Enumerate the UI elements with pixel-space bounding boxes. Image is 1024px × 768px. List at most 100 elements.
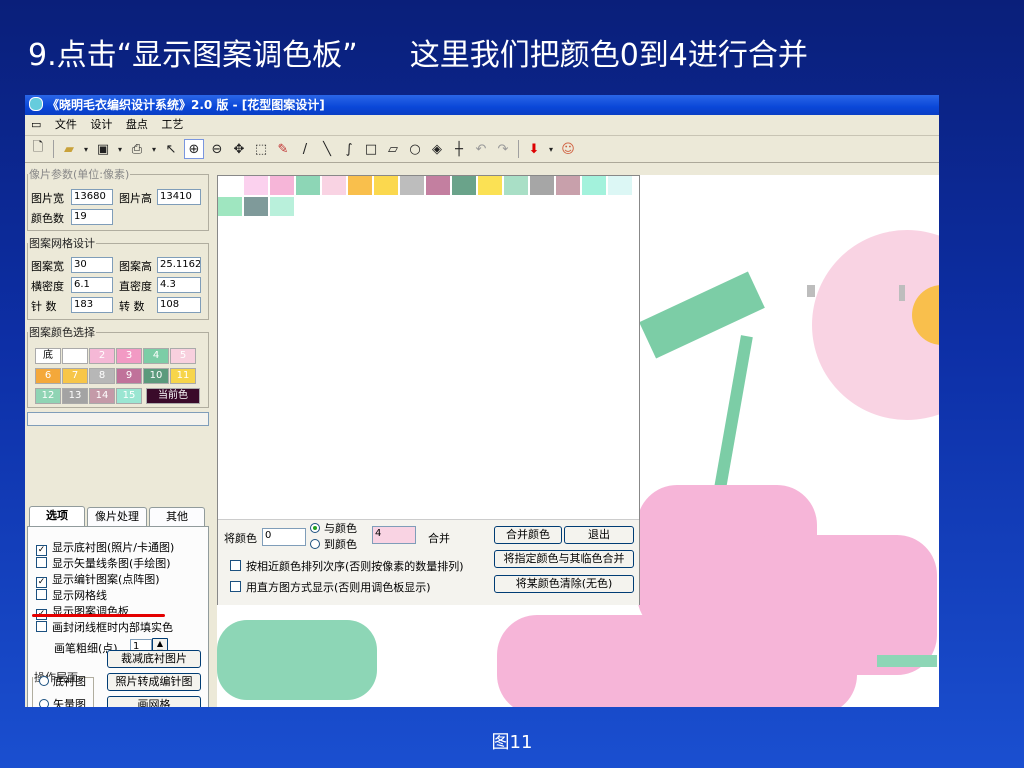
chevron-down-icon[interactable]: ▾ [82,140,90,158]
color-swatch[interactable]: 13 [62,388,88,404]
draw-grid-button[interactable]: 画网格 [107,696,201,707]
chk-show-grid-lines[interactable]: 显示网格线 [36,587,107,603]
palette-color-cell[interactable] [478,176,502,195]
merge-to-field[interactable]: 4 [372,526,416,544]
color-swatch[interactable]: 11 [170,368,196,384]
merge-from-field[interactable]: 0 [262,528,306,546]
zoom-in-icon[interactable]: ⊕ [184,139,204,159]
print-icon[interactable]: ⎙ [128,140,146,158]
polygon-icon[interactable]: ▱ [384,140,402,158]
palette-color-cell[interactable] [244,176,268,195]
color-swatch[interactable]: 12 [35,388,61,404]
curve-icon[interactable]: ∫ [340,140,358,158]
v-density-field[interactable]: 4.3 [157,277,201,293]
redo-icon[interactable]: ↷ [494,140,512,158]
palette-color-cell[interactable] [582,176,606,195]
fill-icon[interactable]: ◈ [428,140,446,158]
color-swatch[interactable]: 7 [62,368,88,384]
base-color-swatch[interactable]: 底 [35,348,61,364]
image-width-field[interactable]: 13680 [71,189,113,205]
palette-color-cell[interactable] [218,197,242,216]
palette-color-cell[interactable] [504,176,528,195]
color-swatch[interactable]: 6 [35,368,61,384]
chk-sort-similar[interactable]: 按相近颜色排列次序(否则按像素的数量排列) [230,558,464,574]
pointer-icon[interactable]: ↖ [162,140,180,158]
palette-color-cell[interactable] [400,176,424,195]
menu-inventory[interactable]: 盘点 [126,118,148,131]
pattern-width-field[interactable]: 30 [71,257,113,273]
palette-color-cell[interactable] [452,176,476,195]
color-swatch[interactable]: 3 [116,348,142,364]
current-color-swatch[interactable]: 当前色 [146,388,200,404]
crop-base-button[interactable]: 裁减底衬图片 [107,650,201,668]
tab-options[interactable]: 选项 [29,506,85,527]
palette-color-cell[interactable] [270,176,294,195]
palette-color-cell[interactable] [270,197,294,216]
person-icon[interactable]: ☺ [559,140,577,158]
chk-show-stitch-pattern[interactable]: ✓ 显示编针图案(点阵图) [36,571,160,588]
color-swatch[interactable]: 15 [116,388,142,404]
radio-with-color[interactable]: 与颜色 [310,520,357,536]
color-swatch[interactable]: 2 [89,348,115,364]
h-density-field[interactable]: 6.1 [71,277,113,293]
window-titlebar[interactable]: 《晓明毛衣编织设计系统》2.0 版 - [花型图案设计] [25,95,939,115]
stitches-field[interactable]: 183 [71,297,113,313]
save-icon[interactable]: ▣ [94,140,112,158]
chk-show-palette[interactable]: ✓显示图案调色板 [36,603,129,620]
undo-icon[interactable]: ↶ [472,140,490,158]
menu-file[interactable]: 文件 [55,118,77,131]
merge-neighbor-button[interactable]: 将指定颜色与其临色合并 [494,550,634,568]
tab-image-processing[interactable]: 像片处理 [87,507,147,526]
color-swatch[interactable]: 10 [143,368,169,384]
radio-to-color[interactable]: 到颜色 [310,536,357,552]
color-swatch[interactable]: 4 [143,348,169,364]
photo-to-stitch-button[interactable]: 照片转成编针图 [107,673,201,691]
color-swatch[interactable]: 9 [116,368,142,384]
palette-color-cell[interactable] [322,176,346,195]
palette-color-cell[interactable] [530,176,554,195]
chevron-down-icon[interactable]: ▾ [547,140,555,158]
crosshair-icon[interactable]: ┼ [450,140,468,158]
chevron-down-icon[interactable]: ▾ [150,140,158,158]
ellipse-icon[interactable]: ○ [406,140,424,158]
palette-color-cell[interactable] [426,176,450,195]
palette-color-cell[interactable] [556,176,580,195]
open-icon[interactable]: ▰ [60,140,78,158]
color-swatch[interactable]: 5 [170,348,196,364]
clear-color-button[interactable]: 将某颜色清除(无色) [494,575,634,593]
palette-color-cell[interactable] [244,197,268,216]
palette-color-cell[interactable] [374,176,398,195]
doc-icon[interactable]: ▭ [31,118,41,131]
color-count-field[interactable]: 19 [71,209,113,225]
palette-color-cell[interactable] [296,176,320,195]
palette-color-cell[interactable] [218,176,242,195]
palette-color-cell[interactable] [608,176,632,195]
image-height-field[interactable]: 13410 [157,189,201,205]
move-icon[interactable]: ✥ [230,140,248,158]
color-swatch[interactable]: 14 [89,388,115,404]
chk-fill-closed-shapes[interactable]: 画封闭线框时内部填实色 [36,619,173,635]
pencil-icon[interactable]: / [296,140,314,158]
chk-show-vector-lines[interactable]: 显示矢量线条图(手绘图) [36,555,171,571]
chevron-down-icon[interactable]: ▾ [116,140,124,158]
radio-vector-layer[interactable]: 矢量图 [39,696,86,707]
chk-histogram[interactable]: 用直方图方式显示(否则用调色板显示) [230,579,431,595]
pattern-height-field[interactable]: 25.1162 [157,257,201,273]
paint-icon[interactable]: ✎ [274,140,292,158]
zoom-out-icon[interactable]: ⊖ [208,140,226,158]
rectangle-icon[interactable]: □ [362,140,380,158]
tab-other[interactable]: 其他 [149,507,205,526]
new-icon[interactable]: 🗋 [29,140,47,158]
merge-colors-button[interactable]: 合并颜色 [494,526,562,544]
radio-base-layer[interactable]: 底衬图 [39,673,86,689]
chk-show-base-image[interactable]: ✓ 显示底衬图(照片/卡通图) [36,539,174,556]
palette-color-cell[interactable] [348,176,372,195]
color-swatch[interactable] [62,348,88,364]
menu-craft[interactable]: 工艺 [161,118,183,131]
rect-select-icon[interactable]: ⬚ [252,140,270,158]
rows-field[interactable]: 108 [157,297,201,313]
exit-button[interactable]: 退出 [564,526,634,544]
pin-icon[interactable]: ⬇ [525,140,543,158]
line-icon[interactable]: ╲ [318,140,336,158]
color-swatch[interactable]: 8 [89,368,115,384]
